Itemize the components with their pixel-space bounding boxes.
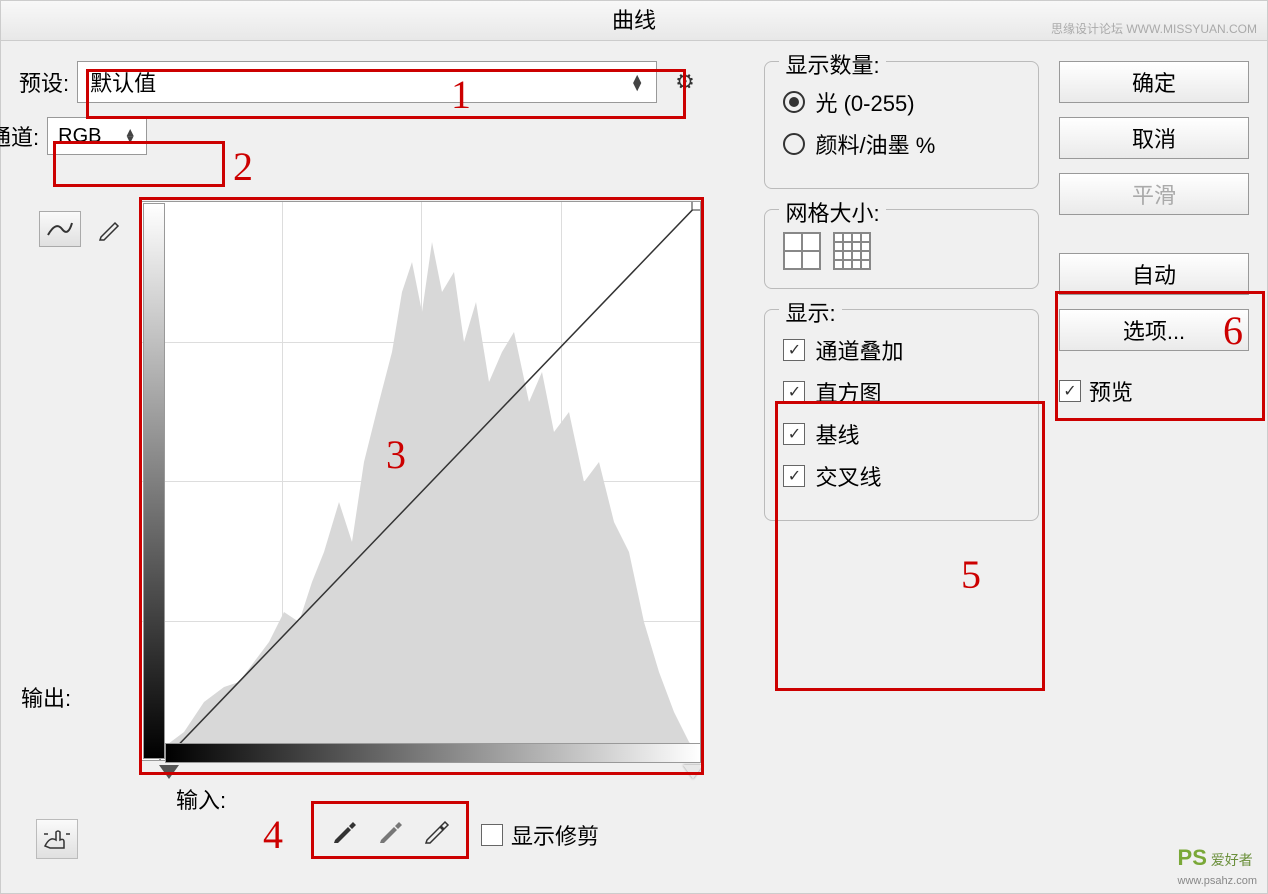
black-eyedropper-icon[interactable] — [324, 810, 364, 850]
show-title: 显示: — [779, 296, 841, 328]
auto-button[interactable]: 自动 — [1059, 253, 1249, 295]
cancel-button[interactable]: 取消 — [1059, 117, 1249, 159]
annotation-box-1 — [86, 69, 686, 119]
annotation-box-5 — [775, 401, 1045, 691]
gray-eyedropper-icon[interactable] — [370, 810, 410, 850]
output-label: 输出: — [21, 681, 71, 713]
radio-pigment[interactable]: 颜料/油墨 % — [783, 128, 1020, 160]
preset-label: 预设: — [19, 66, 69, 98]
pencil-tool-button[interactable] — [89, 211, 131, 247]
annotation-num-3: 3 — [386, 431, 406, 478]
eyedropper-group — [311, 801, 469, 859]
watermark-bottom: PS 爱好者 www.psahz.com — [1178, 845, 1257, 887]
radio-icon — [783, 133, 805, 155]
display-amount-fieldset: 显示数量: 光 (0-255) 颜料/油墨 % — [764, 61, 1039, 189]
annotation-num-6: 6 — [1223, 307, 1243, 354]
annotation-num-1: 1 — [451, 71, 471, 118]
annotation-box-3 — [139, 197, 704, 775]
checkbox-icon: ✓ — [783, 339, 805, 361]
display-amount-title: 显示数量: — [779, 48, 885, 80]
grid-4-icon[interactable] — [783, 232, 821, 270]
input-label: 输入: — [176, 783, 226, 815]
targeted-adjustment-button[interactable] — [36, 819, 78, 859]
watermark-top: 思缘设计论坛 WWW.MISSYUAN.COM — [1051, 9, 1257, 49]
annotation-num-5: 5 — [961, 551, 981, 598]
checkbox-icon: ✓ — [783, 381, 805, 403]
input-gradient — [165, 743, 701, 763]
grid-size-fieldset: 网格大小: — [764, 209, 1039, 289]
hand-scrub-icon — [42, 826, 72, 852]
show-clipping-checkbox[interactable]: 显示修剪 — [481, 819, 599, 851]
annotation-num-2: 2 — [233, 143, 253, 190]
curve-icon — [46, 219, 74, 239]
white-eyedropper-icon[interactable] — [416, 810, 456, 850]
check-channel-overlay[interactable]: ✓ 通道叠加 — [783, 334, 1020, 366]
annotation-num-4: 4 — [263, 811, 283, 858]
grid-16-icon[interactable] — [833, 232, 871, 270]
channel-label: 通道: — [0, 120, 39, 152]
smooth-button: 平滑 — [1059, 173, 1249, 215]
pencil-icon — [98, 217, 122, 241]
checkbox-icon — [481, 824, 503, 846]
radio-icon — [783, 91, 805, 113]
curve-tool-button[interactable] — [39, 211, 81, 247]
dialog-title: 曲线 — [612, 8, 656, 33]
grid-size-title: 网格大小: — [779, 196, 885, 228]
annotation-box-2 — [53, 141, 225, 187]
radio-light[interactable]: 光 (0-255) — [783, 86, 1020, 118]
dialog-titlebar: 曲线 思缘设计论坛 WWW.MISSYUAN.COM — [1, 1, 1267, 41]
output-gradient — [143, 203, 165, 759]
ok-button[interactable]: 确定 — [1059, 61, 1249, 103]
